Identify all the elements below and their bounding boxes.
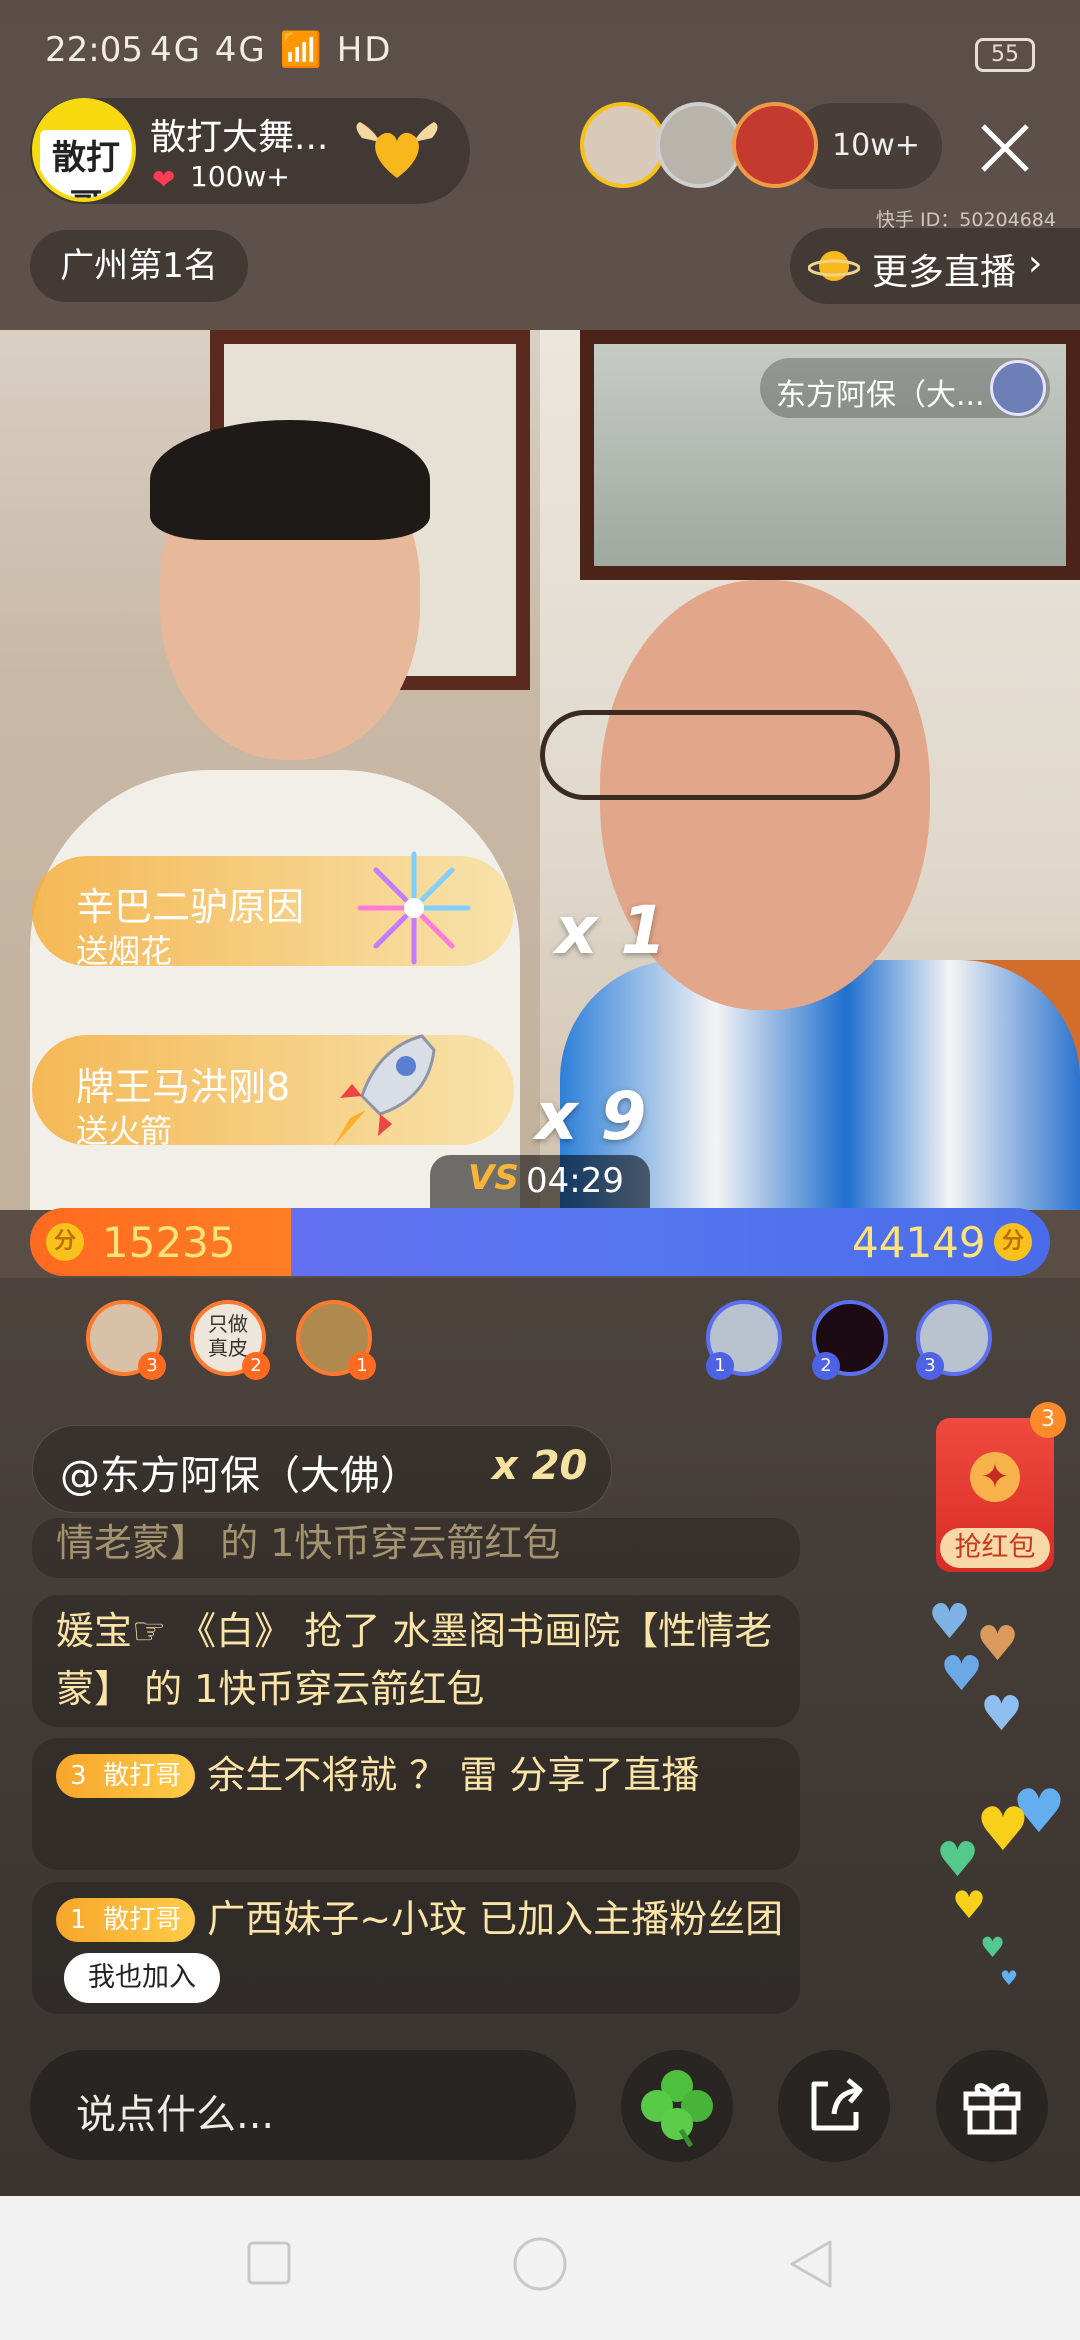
chat-message-text: 情老蒙】 的 1快币穿云箭红包 — [56, 1521, 561, 1565]
contributor-rank: 2 — [242, 1352, 270, 1380]
gift-button[interactable] — [936, 2050, 1048, 2162]
floating-heart-icon: ♥ — [980, 1686, 1024, 1742]
gift-sender: 辛巴二驴原因 — [76, 885, 305, 929]
rank-badge[interactable]: 广州第1名 — [30, 230, 248, 302]
recents-icon[interactable] — [246, 2240, 292, 2286]
gift-sender: 牌王马洪刚8 — [76, 1065, 291, 1109]
gift-multiplier: x 1 — [555, 892, 667, 969]
gift-action: 送火箭 — [76, 1112, 173, 1150]
fan-badge[interactable]: 1 散打哥 — [56, 1898, 196, 1942]
streamer-likes: 100w+ — [190, 160, 290, 193]
wifi-icon: 📶 — [279, 30, 324, 70]
gift-action: 送烟花 — [76, 932, 173, 970]
floating-heart-icon: ♥ — [1000, 1966, 1018, 1990]
contributor-avatar-text: 只做真皮 — [208, 1312, 248, 1360]
system-nav-bar — [0, 2196, 1080, 2340]
mention-count: x 20 — [492, 1443, 588, 1489]
fan-badge-level: 1 — [70, 1905, 87, 1935]
floating-heart-icon: ♥ — [952, 1883, 987, 1927]
pk-score-left: 15235 — [102, 1218, 236, 1267]
opponent-name: 东方阿保（大... — [776, 378, 985, 413]
planet-icon — [808, 251, 860, 281]
glasses — [540, 710, 900, 800]
coin-icon: 分 — [994, 1223, 1032, 1261]
contributor-rank: 1 — [706, 1352, 734, 1380]
chat-input-placeholder: 说点什么... — [76, 2092, 275, 2138]
fan-badge-name: 散打哥 — [103, 1905, 182, 1935]
contributor-rank: 2 — [812, 1352, 840, 1380]
share-icon — [811, 2078, 863, 2131]
contributor-rank: 3 — [916, 1352, 944, 1380]
network-label: HD — [336, 30, 393, 70]
chevron-right-icon: › — [1028, 243, 1043, 284]
rocket-icon — [334, 1034, 436, 1146]
heart-icon: ❤ — [152, 163, 176, 196]
fan-badge-name: 散打哥 — [103, 1761, 182, 1791]
chat-message-body: 1 散打哥 广西妹子~小玟 已加入主播粉丝团我也加入 — [56, 1890, 786, 2006]
back-icon[interactable] — [786, 2238, 836, 2290]
share-button[interactable] — [778, 2050, 890, 2162]
floating-heart-icon: ♥ — [940, 1646, 984, 1702]
red-packet-icon: ✦ — [970, 1452, 1020, 1502]
clover-icon — [641, 2070, 713, 2148]
clover-button[interactable] — [621, 2050, 733, 2162]
floating-heart-icon: ♥ — [936, 1832, 980, 1888]
streamer-name: 散打大舞... — [150, 117, 329, 158]
battery-icon: 55 — [975, 38, 1035, 72]
viewer-avatar[interactable] — [580, 102, 666, 188]
vs-icon: VS — [468, 1158, 519, 1198]
gift-icon — [963, 2083, 1021, 2135]
contributor-rank: 1 — [348, 1352, 376, 1380]
pk-score-right: 44149 — [852, 1218, 986, 1267]
home-icon[interactable] — [512, 2236, 568, 2292]
firework-icon — [357, 851, 471, 965]
streamer-avatar-text: 散打哥 — [40, 130, 132, 198]
more-live-label: 更多直播 — [872, 252, 1017, 293]
pk-timer-text: 04:29 — [526, 1161, 624, 1201]
coin-icon: 分 — [46, 1223, 84, 1261]
status-signal: 4G 4G 📶 HD — [150, 30, 392, 70]
close-icon[interactable] — [975, 118, 1035, 178]
chat-message-text: 余生不将就 ？ 雷 分享了直播 — [207, 1753, 700, 1797]
fan-badge-level: 3 — [70, 1761, 87, 1791]
floating-heart-icon: ♥ — [980, 1931, 1006, 1964]
viewer-avatar[interactable] — [656, 102, 742, 188]
join-fan-club-button[interactable]: 我也加入 — [64, 1953, 220, 2003]
status-time: 22:05 — [45, 30, 143, 70]
gift-multiplier: x 9 — [535, 1078, 647, 1155]
contributor-rank: 3 — [138, 1352, 166, 1380]
red-packet-label: 抢红包 — [940, 1528, 1050, 1568]
chat-message-text: 媛宝☞ 《白》 抢了 水墨阁书画院【性情老蒙】 的 1快币穿云箭红包 — [56, 1609, 773, 1711]
viewer-avatar[interactable] — [732, 102, 818, 188]
mention-text: @东方阿保（大佛） — [60, 1453, 420, 1499]
floating-heart-icon: ♥ — [976, 1795, 1030, 1865]
streamer-avatar[interactable]: 散打哥 — [32, 98, 136, 202]
host-hair — [150, 420, 430, 540]
chat-message-body: 3 散打哥 余生不将就 ？ 雷 分享了直播 — [56, 1746, 786, 1804]
floating-heart-icon: ♥ — [928, 1594, 972, 1650]
fan-badge[interactable]: 3 散打哥 — [56, 1754, 196, 1798]
opponent-avatar[interactable] — [990, 360, 1046, 416]
follow-heart-icon[interactable] — [352, 116, 442, 186]
chat-message-text: 广西妹子~小玟 已加入主播粉丝团 — [207, 1897, 784, 1941]
red-packet-count: 3 — [1030, 1402, 1066, 1438]
signal-icon: 4G 4G — [150, 30, 267, 70]
